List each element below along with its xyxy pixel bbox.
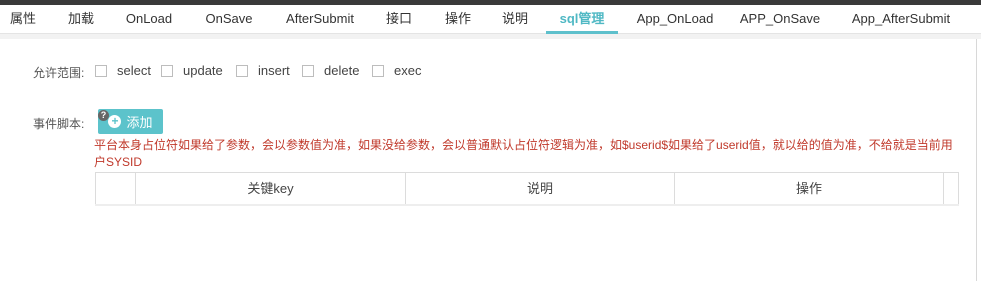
scope-option-delete[interactable]: delete [302, 63, 359, 79]
event-script-label: 事件脚本: [33, 117, 85, 131]
select-option-label: select [117, 63, 151, 78]
help-icon[interactable]: ? [98, 110, 109, 121]
scope-option-exec[interactable]: exec [372, 63, 421, 79]
insert-option-label: insert [258, 63, 290, 78]
table-scroll-track [95, 204, 959, 206]
tab-sql-management[interactable]: sql管理 [546, 5, 618, 34]
scope-option-update[interactable]: update [161, 63, 223, 79]
column-header-key: 关键key [136, 173, 406, 204]
key-table-header: 关键key 说明 操作 [95, 172, 959, 205]
column-header-description: 说明 [406, 173, 675, 204]
tab-app-onsave[interactable]: APP_OnSave [735, 5, 825, 33]
add-button-label: 添加 [126, 115, 153, 130]
allowed-scope-label: 允许范围: [33, 66, 85, 80]
tab-onload[interactable]: OnLoad [118, 5, 180, 33]
select-checkbox[interactable] [95, 65, 107, 77]
table-select-column [96, 173, 136, 204]
tab-load[interactable]: 加载 [62, 5, 100, 33]
scope-option-select[interactable]: select [95, 63, 151, 79]
exec-option-label: exec [394, 63, 422, 78]
tab-operations[interactable]: 操作 [439, 5, 477, 33]
sql-management-panel: 允许范围: select update insert delete exec 事… [0, 39, 977, 281]
tab-description[interactable]: 说明 [496, 5, 534, 33]
scope-option-insert[interactable]: insert [236, 63, 290, 79]
tab-aftersubmit[interactable]: AfterSubmit [277, 5, 363, 33]
exec-checkbox[interactable] [372, 65, 384, 77]
delete-checkbox[interactable] [302, 65, 314, 77]
plus-icon: + [108, 115, 122, 128]
tab-bar: 属性 加载 OnLoad OnSave AfterSubmit 接口 操作 说明… [0, 5, 981, 34]
update-option-label: update [183, 63, 223, 78]
tab-onsave[interactable]: OnSave [198, 5, 260, 33]
placeholder-note: 平台本身占位符如果给了参数，会以参数值为准，如果没给参数，会以普通默认占位符逻辑… [94, 138, 953, 169]
tab-properties[interactable]: 属性 [4, 5, 42, 33]
tab-interface[interactable]: 接口 [380, 5, 418, 33]
tab-app-onload[interactable]: App_OnLoad [630, 5, 720, 33]
column-header-actions: 操作 [675, 173, 944, 204]
delete-option-label: delete [324, 63, 360, 78]
insert-checkbox[interactable] [236, 65, 248, 77]
update-checkbox[interactable] [161, 65, 173, 77]
tab-app-aftersubmit[interactable]: App_AfterSubmit [843, 5, 959, 33]
